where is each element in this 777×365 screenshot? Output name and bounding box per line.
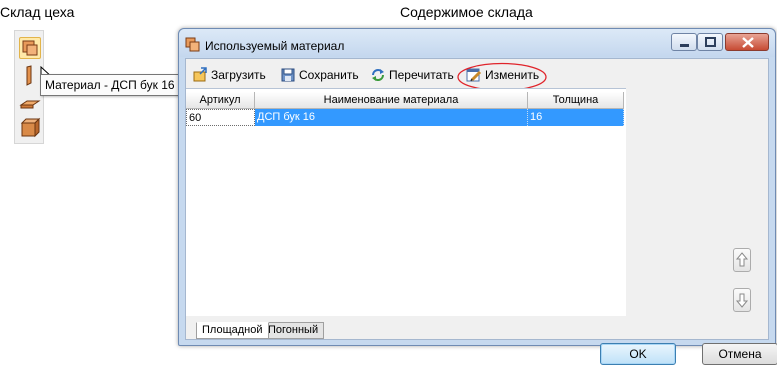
save-label: Сохранить (299, 68, 359, 82)
column-header-article[interactable]: Артикул (186, 92, 255, 109)
title-bar[interactable]: Используемый материал (179, 29, 775, 57)
load-label: Загрузить (211, 68, 266, 82)
column-header-thickness[interactable]: Толщина (528, 92, 624, 109)
edit-label: Изменить (485, 68, 540, 82)
arrow-up-icon (735, 252, 749, 267)
material-panel-icon[interactable] (19, 37, 41, 59)
store-contents-caption: Содержимое склада (400, 4, 533, 20)
window-title: Используемый материал (205, 39, 345, 53)
cell-name[interactable]: ДСП бук 16 (255, 109, 528, 126)
block-material-icon[interactable] (19, 117, 41, 139)
arrow-down-icon (735, 293, 749, 308)
edit-button[interactable]: Изменить (466, 65, 539, 85)
tab-area-material[interactable]: Площадной (196, 322, 269, 339)
cell-thickness[interactable]: 16 (528, 109, 624, 126)
minimize-button[interactable] (671, 33, 697, 51)
edge-banding-icon[interactable] (19, 65, 41, 87)
cell-article[interactable]: 60 (186, 109, 255, 126)
workshop-store-caption: Склад цеха (0, 4, 75, 20)
load-icon (193, 67, 207, 82)
material-window-icon (185, 37, 201, 53)
reread-label: Перечитать (389, 68, 454, 82)
toolbar: Загрузить Сохранить Перечитать Изменить (186, 59, 768, 92)
window-client-area: Загрузить Сохранить Перечитать Изменить … (185, 58, 777, 365)
maximize-button[interactable] (697, 33, 723, 51)
edit-icon (466, 68, 482, 82)
reread-button[interactable]: Перечитать (370, 65, 454, 85)
material-tooltip: Материал - ДСП бук 16 (40, 74, 180, 96)
save-icon (281, 68, 295, 82)
grid-header: Артикул Наименование материала Толщина (186, 92, 624, 109)
close-button[interactable] (725, 33, 769, 51)
refresh-icon (372, 69, 384, 81)
used-material-window: Используемый материал Загрузить Сохранит… (178, 28, 777, 365)
strip-material-icon[interactable] (19, 93, 41, 115)
ok-button[interactable]: OK (600, 343, 676, 365)
save-button[interactable]: Сохранить (280, 65, 359, 85)
cancel-button[interactable]: Отмена (702, 343, 777, 365)
load-button[interactable]: Загрузить (192, 65, 266, 85)
tab-linear-material[interactable]: Погонный (262, 322, 325, 339)
move-up-button[interactable] (733, 248, 751, 272)
move-down-button[interactable] (733, 288, 751, 312)
table-row[interactable]: 60 ДСП бук 16 16 (186, 109, 624, 126)
column-header-name[interactable]: Наименование материала (255, 92, 528, 109)
